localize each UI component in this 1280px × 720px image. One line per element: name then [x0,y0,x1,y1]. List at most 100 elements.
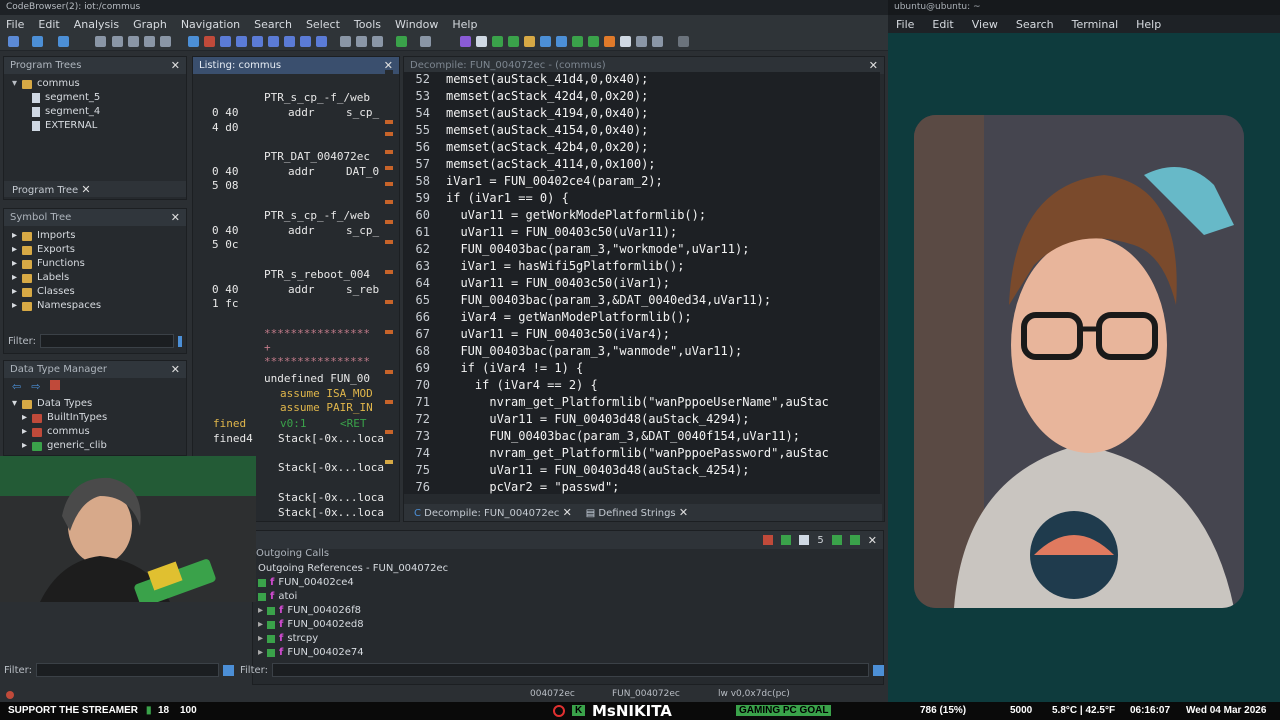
letter-icon[interactable] [252,36,263,47]
letter-icon[interactable] [236,36,247,47]
listing-ref[interactable]: s_cp_ [346,224,379,237]
nav-icon[interactable] [144,36,155,47]
terminal-menu-help[interactable]: Help [1136,18,1161,31]
save-icon[interactable] [8,36,19,47]
tool-icon[interactable] [340,36,351,47]
down-arrow-icon[interactable] [188,36,199,47]
call-item[interactable]: f atoi [258,591,297,602]
tool-icon[interactable] [678,36,689,47]
home-icon[interactable] [763,535,774,545]
listing-function-signature[interactable]: undefined FUN_00 [264,372,370,385]
tool-icon[interactable] [476,36,487,47]
tab-defined-strings[interactable]: ▤ Defined Strings ✕ [586,506,688,519]
tree-item[interactable]: segment_4 [12,105,178,119]
redo-icon[interactable] [420,36,431,47]
back-icon[interactable] [32,36,43,47]
close-icon[interactable]: ✕ [171,211,180,224]
tool-icon[interactable] [636,36,647,47]
listing-ref[interactable]: s_reb [346,283,379,296]
tree-root[interactable]: ▾ commus [12,77,178,91]
tree-item-namespaces[interactable]: ▸ Namespaces [12,299,178,313]
filter-icon[interactable] [177,335,182,347]
tree-item-builtin[interactable]: ▸ BuiltInTypes [12,411,178,425]
tree-item-commus[interactable]: ▸ commus [12,425,178,439]
filter-icon[interactable] [873,664,884,676]
call-item[interactable]: ▸ f FUN_00402e74 [258,647,364,658]
listing-label[interactable]: PTR_s_reboot_004 [264,268,370,281]
back-icon[interactable]: ⇦ [12,380,21,393]
tool-icon[interactable] [588,36,599,47]
tool-icon[interactable] [460,36,471,47]
listing-label[interactable]: PTR_s_cp_-f_/web [264,91,370,104]
call-item[interactable]: ▸ f FUN_004026f8 [258,605,361,616]
nav-icon[interactable] [160,36,171,47]
depth-count[interactable]: 5 [817,535,823,546]
letter-icon[interactable] [268,36,279,47]
forward-icon[interactable]: ⇨ [31,380,40,393]
call-item[interactable]: ▸ f strcpy [258,633,318,644]
terminal-menu-search[interactable]: Search [1016,18,1054,31]
tool-icon[interactable] [799,535,810,545]
tree-item-generic-clib[interactable]: ▸ generic_clib [12,439,178,453]
symbol-filter-input[interactable] [39,334,174,348]
nav-icon[interactable] [112,36,123,47]
tool-icon[interactable] [524,36,535,47]
tool-icon[interactable] [540,36,551,47]
menu-search[interactable]: Search [254,18,292,31]
undo-icon[interactable] [396,36,407,47]
terminal-menu-edit[interactable]: Edit [932,18,953,31]
tree-item-functions[interactable]: ▸ Functions [12,257,178,271]
menu-analysis[interactable]: Analysis [74,18,119,31]
tree-item-imports[interactable]: ▸ Imports [12,229,178,243]
listing-ref[interactable]: DAT_0 [346,165,379,178]
listing-ref[interactable]: s_cp_ [346,106,379,119]
letter-icon[interactable] [316,36,327,47]
tab-program-tree[interactable]: Program Tree ✕ [4,181,186,197]
close-icon[interactable]: ✕ [171,363,180,376]
tab-decompile[interactable]: C Decompile: FUN_004072ec ✕ [414,506,572,519]
forward-icon[interactable] [58,36,69,47]
close-icon[interactable]: ✕ [81,183,90,196]
letter-icon[interactable] [220,36,231,47]
tool-icon[interactable] [508,36,519,47]
tree-item-exports[interactable]: ▸ Exports [12,243,178,257]
decompiled-code[interactable]: 52 memset(auStack_41d4,0,0x40); 53 memset(… [404,72,880,494]
tool-icon[interactable] [652,36,663,47]
left-filter-input[interactable] [35,663,219,677]
filter-icon[interactable] [223,664,234,676]
tool-icon[interactable] [556,36,567,47]
bookmark-icon[interactable] [204,36,215,47]
terminal-menu-file[interactable]: File [896,18,914,31]
tool-icon[interactable] [492,36,503,47]
letter-icon[interactable] [284,36,295,47]
terminal-menu-view[interactable]: View [972,18,998,31]
tool-icon[interactable] [831,535,842,545]
tool-icon[interactable] [604,36,615,47]
tool-icon[interactable] [849,535,860,545]
menu-help[interactable]: Help [452,18,477,31]
terminal-menu-terminal[interactable]: Terminal [1072,18,1119,31]
close-icon[interactable]: ✕ [171,59,180,72]
listing-label[interactable]: PTR_DAT_004072ec [264,150,370,163]
tool-icon[interactable] [356,36,367,47]
run-icon[interactable] [572,36,583,47]
nav-icon[interactable] [95,36,106,47]
calls-filter-input[interactable] [271,663,869,677]
menu-graph[interactable]: Graph [133,18,167,31]
close-icon[interactable]: ✕ [868,534,877,547]
tree-item-labels[interactable]: ▸ Labels [12,271,178,285]
listing-label[interactable]: PTR_s_cp_-f_/web [264,209,370,222]
menu-select[interactable]: Select [306,18,340,31]
refresh-icon[interactable] [781,535,792,545]
tree-item[interactable]: EXTERNAL [12,119,178,133]
tool-icon[interactable] [50,380,61,390]
call-item[interactable]: ▸ f FUN_00402ed8 [258,619,364,630]
menu-navigation[interactable]: Navigation [181,18,240,31]
call-item[interactable]: f FUN_00402ce4 [258,577,354,588]
menu-tools[interactable]: Tools [354,18,381,31]
menu-edit[interactable]: Edit [38,18,59,31]
menu-window[interactable]: Window [395,18,438,31]
tree-item-data-types[interactable]: ▾ Data Types [12,397,178,411]
tool-icon[interactable] [372,36,383,47]
tree-item-classes[interactable]: ▸ Classes [12,285,178,299]
